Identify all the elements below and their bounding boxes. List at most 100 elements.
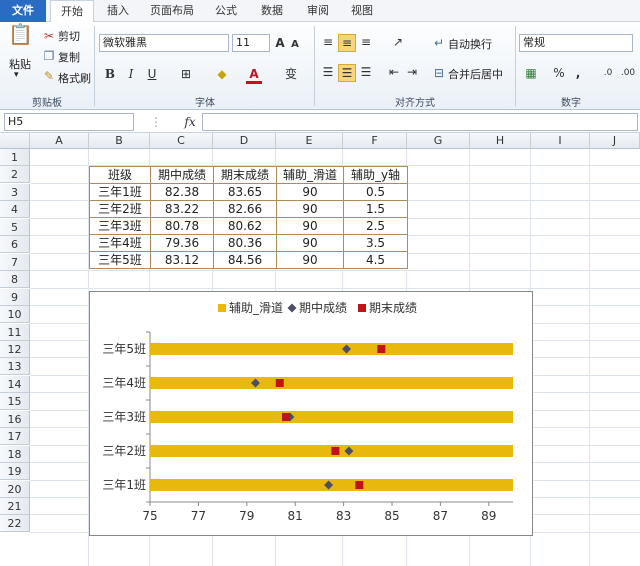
table-cell[interactable]: 90 <box>276 217 344 235</box>
select-all-corner[interactable] <box>0 133 30 149</box>
row-header[interactable]: 12 <box>0 340 30 358</box>
table-cell[interactable]: 90 <box>276 251 344 269</box>
format-painter-button[interactable]: 格式刷 <box>58 70 91 86</box>
copy-button[interactable]: 复制 <box>58 49 80 65</box>
table-cell[interactable]: 82.38 <box>150 183 214 201</box>
fill-color-icon[interactable]: ◆ <box>214 66 230 82</box>
row-header[interactable]: 19 <box>0 463 30 481</box>
table-header-cell[interactable]: 辅助_滑道 <box>276 166 344 184</box>
tab-formulas[interactable]: 公式 <box>206 0 246 22</box>
paste-dropdown-icon[interactable]: ▾ <box>14 70 19 80</box>
accounting-format-icon[interactable]: ▦ <box>522 65 540 81</box>
align-middle-icon[interactable]: ≡ <box>338 34 356 52</box>
phonetic-icon[interactable]: 变 <box>282 66 300 82</box>
table-cell[interactable]: 82.66 <box>213 200 277 218</box>
table-cell[interactable]: 80.36 <box>213 234 277 252</box>
copy-icon[interactable]: ❐ <box>42 48 56 64</box>
paste-icon[interactable]: 📋 <box>8 24 33 52</box>
align-bottom-icon[interactable]: ≡ <box>358 34 374 50</box>
orientation-icon[interactable]: ↗ <box>388 34 408 50</box>
percent-button[interactable]: % <box>552 65 566 81</box>
underline-button[interactable]: U <box>145 66 159 82</box>
tab-review[interactable]: 审阅 <box>298 0 338 22</box>
column-header[interactable]: C <box>150 133 213 149</box>
italic-button[interactable]: I <box>124 66 138 82</box>
tab-view[interactable]: 视图 <box>342 0 382 22</box>
column-header[interactable]: E <box>276 133 343 149</box>
bold-button[interactable]: B <box>103 66 117 82</box>
row-header[interactable]: 9 <box>0 288 30 306</box>
row-header[interactable]: 8 <box>0 271 30 289</box>
table-cell[interactable]: 三年1班 <box>89 183 151 201</box>
chart-area[interactable]: 75 77 79 81 83 85 87 89 三年1班 三年2班 三年3班 三年4班 三年5班 辅助_滑… <box>89 291 533 536</box>
table-cell[interactable]: 三年4班 <box>89 234 151 252</box>
row-header[interactable]: 6 <box>0 236 30 254</box>
row-header[interactable]: 18 <box>0 445 30 463</box>
table-header-cell[interactable]: 期中成绩 <box>150 166 214 184</box>
row-header[interactable]: 21 <box>0 498 30 515</box>
row-header[interactable]: 5 <box>0 218 30 236</box>
table-cell[interactable]: 79.36 <box>150 234 214 252</box>
row-header[interactable]: 1 <box>0 149 30 166</box>
row-header[interactable]: 17 <box>0 428 30 446</box>
table-cell[interactable]: 90 <box>276 200 344 218</box>
font-name-select[interactable]: 微软雅黑 <box>99 34 229 52</box>
format-painter-icon[interactable]: ✎ <box>42 68 56 84</box>
table-header-cell[interactable]: 期末成绩 <box>213 166 277 184</box>
table-cell[interactable]: 84.56 <box>213 251 277 269</box>
table-cell[interactable]: 0.5 <box>343 183 408 201</box>
formula-input[interactable] <box>202 113 638 131</box>
row-header[interactable]: 2 <box>0 166 30 184</box>
row-header[interactable]: 4 <box>0 201 30 219</box>
table-cell[interactable]: 83.22 <box>150 200 214 218</box>
font-size-select[interactable]: 11 <box>232 34 270 52</box>
table-cell[interactable]: 3.5 <box>343 234 408 252</box>
align-center-icon[interactable]: ☰ <box>338 64 356 82</box>
table-cell[interactable]: 三年3班 <box>89 217 151 235</box>
table-cell[interactable]: 80.78 <box>150 217 214 235</box>
row-header[interactable]: 7 <box>0 253 30 271</box>
table-cell[interactable]: 4.5 <box>343 251 408 269</box>
table-cell[interactable]: 90 <box>276 183 344 201</box>
row-header[interactable]: 10 <box>0 306 30 324</box>
wrap-text-button[interactable]: 自动换行 <box>448 36 492 52</box>
row-header[interactable]: 14 <box>0 375 30 393</box>
increase-decimal-button[interactable]: .0 <box>598 65 618 81</box>
wrap-text-icon[interactable]: ↵ <box>432 35 446 51</box>
decrease-decimal-button[interactable]: .00 <box>618 65 638 81</box>
align-right-icon[interactable]: ☰ <box>358 64 374 80</box>
shrink-font-icon[interactable]: A <box>289 37 301 53</box>
name-box[interactable]: H5 <box>4 113 134 131</box>
table-cell[interactable]: 三年2班 <box>89 200 151 218</box>
table-cell[interactable]: 90 <box>276 234 344 252</box>
column-header[interactable]: D <box>213 133 276 149</box>
insert-function-icon[interactable]: fx <box>180 114 200 130</box>
table-header-cell[interactable]: 班级 <box>89 166 151 184</box>
cut-button[interactable]: 剪切 <box>58 28 80 44</box>
tab-page-layout[interactable]: 页面布局 <box>144 0 200 22</box>
merge-center-icon[interactable]: ⊟ <box>432 65 446 81</box>
border-icon[interactable]: ⊞ <box>178 66 194 82</box>
column-header[interactable]: F <box>343 133 407 149</box>
column-header[interactable]: G <box>407 133 470 149</box>
column-header[interactable]: B <box>89 133 150 149</box>
column-header[interactable]: I <box>531 133 590 149</box>
comma-button[interactable]: , <box>573 65 583 81</box>
table-cell[interactable]: 三年5班 <box>89 251 151 269</box>
column-header[interactable]: J <box>590 133 640 149</box>
decrease-indent-icon[interactable]: ⇤ <box>386 64 402 80</box>
align-top-icon[interactable]: ≡ <box>320 34 336 50</box>
table-cell[interactable]: 83.12 <box>150 251 214 269</box>
table-cell[interactable]: 83.65 <box>213 183 277 201</box>
row-header[interactable]: 13 <box>0 358 30 376</box>
cut-icon[interactable]: ✂ <box>42 28 56 44</box>
row-header[interactable]: 11 <box>0 323 30 341</box>
tab-file[interactable]: 文件 <box>0 0 46 22</box>
row-header[interactable]: 20 <box>0 480 30 498</box>
tab-home[interactable]: 开始 <box>50 0 94 23</box>
grow-font-icon[interactable]: A <box>273 35 287 51</box>
tab-data[interactable]: 数据 <box>252 0 292 22</box>
table-cell[interactable]: 80.62 <box>213 217 277 235</box>
row-header[interactable]: 15 <box>0 393 30 411</box>
align-left-icon[interactable]: ☰ <box>320 64 336 80</box>
